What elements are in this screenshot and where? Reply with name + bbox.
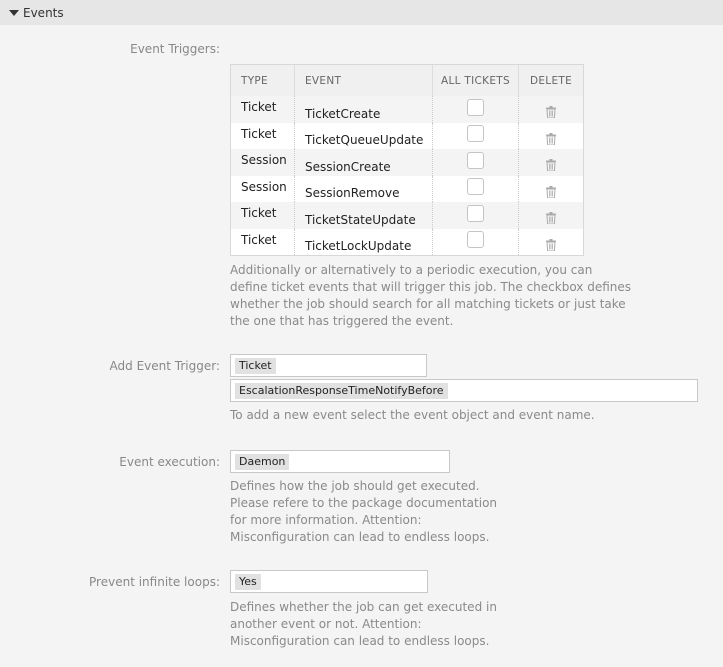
all-tickets-checkbox[interactable] [467, 151, 484, 169]
event-execution-value: Daemon [235, 454, 290, 470]
row-all-tickets-cell [433, 228, 519, 255]
table-row: Ticket TicketCreate [231, 96, 583, 123]
column-header-event: EVENT [295, 65, 433, 96]
table-header: TYPE EVENT ALL TICKETS DELETE [231, 65, 583, 96]
all-tickets-checkbox[interactable] [467, 204, 484, 222]
event-name-value: EscalationResponseTimeNotifyBefore [235, 383, 448, 399]
all-tickets-checkbox[interactable] [467, 98, 484, 116]
table-row: Session SessionCreate [231, 149, 583, 176]
help-line: Defines whether the job can get executed… [230, 600, 497, 614]
row-event: TicketLockUpdate [295, 228, 433, 255]
table-row: Session SessionRemove [231, 175, 583, 203]
event-execution-label: Event execution: [119, 455, 220, 469]
help-line: define ticket events that will trigger t… [230, 280, 632, 294]
table-row: Ticket TicketStateUpdate [231, 202, 583, 229]
row-type: Ticket [231, 96, 295, 123]
trash-icon[interactable] [546, 238, 556, 251]
all-tickets-checkbox[interactable] [467, 231, 484, 249]
prevent-loops-select[interactable]: Yes [230, 570, 428, 593]
all-tickets-checkbox[interactable] [467, 125, 484, 143]
row-delete-cell [519, 123, 583, 150]
help-line: Additionally or alternatively to a perio… [230, 263, 593, 277]
event-name-select[interactable]: EscalationResponseTimeNotifyBefore [230, 379, 698, 402]
row-delete-cell [519, 229, 583, 256]
add-event-trigger-help: To add a new event select the event obje… [230, 408, 595, 422]
help-line: another event or not. Attention: [230, 617, 422, 631]
events-section-header[interactable]: Events [0, 0, 723, 25]
all-tickets-checkbox[interactable] [467, 178, 484, 196]
trash-icon[interactable] [546, 132, 556, 145]
event-object-value: Ticket [235, 358, 276, 374]
row-type: Ticket [231, 122, 295, 149]
event-execution-select[interactable]: Daemon [230, 450, 450, 473]
row-type: Ticket [231, 202, 295, 229]
trash-icon[interactable] [546, 185, 556, 198]
row-all-tickets-cell [433, 202, 519, 229]
row-delete-cell [519, 149, 583, 176]
event-execution-help: Defines how the job should get executed.… [230, 478, 497, 546]
event-triggers-help: Additionally or alternatively to a perio… [230, 262, 631, 330]
trash-icon[interactable] [546, 212, 556, 225]
row-delete-cell [519, 176, 583, 203]
event-triggers-label: Event Triggers: [130, 42, 220, 56]
row-type: Session [231, 149, 295, 176]
row-type: Ticket [231, 228, 295, 255]
add-event-trigger-label: Add Event Trigger: [109, 359, 220, 373]
column-header-type: TYPE [231, 65, 295, 96]
row-type: Session [231, 175, 295, 202]
row-event: SessionCreate [295, 149, 433, 176]
row-event: TicketCreate [295, 96, 433, 123]
row-event: TicketQueueUpdate [295, 122, 433, 149]
row-event: SessionRemove [295, 175, 433, 202]
column-header-all-tickets: ALL TICKETS [433, 65, 519, 96]
help-line: Defines how the job should get executed. [230, 479, 480, 493]
event-object-select[interactable]: Ticket [230, 354, 427, 377]
caret-down-icon [9, 10, 19, 16]
event-triggers-table: TYPE EVENT ALL TICKETS DELETE Ticket Tick… [230, 64, 584, 256]
section-title: Events [23, 5, 64, 20]
prevent-loops-help: Defines whether the job can get executed… [230, 599, 497, 650]
row-delete-cell [519, 202, 583, 229]
prevent-loops-label: Prevent infinite loops: [89, 575, 220, 589]
help-line: Misconfiguration can lead to endless loo… [230, 634, 490, 648]
help-line: Please refere to the package documentati… [230, 496, 498, 510]
row-event: TicketStateUpdate [295, 202, 433, 229]
help-line: the one that has triggered the event. [230, 314, 454, 328]
table-row: Ticket TicketLockUpdate [231, 228, 583, 256]
row-all-tickets-cell [433, 122, 519, 149]
row-all-tickets-cell [433, 149, 519, 176]
help-line: whether the job should search for all ma… [230, 297, 626, 311]
row-all-tickets-cell [433, 175, 519, 202]
help-line: for more information. Attention: [230, 513, 422, 527]
table-row: Ticket TicketQueueUpdate [231, 122, 583, 150]
prevent-loops-value: Yes [235, 574, 261, 590]
row-delete-cell [519, 96, 583, 123]
trash-icon[interactable] [546, 106, 556, 119]
row-all-tickets-cell [433, 96, 519, 123]
column-header-delete: DELETE [529, 74, 573, 87]
help-line: Misconfiguration can lead to endless loo… [230, 530, 490, 544]
trash-icon[interactable] [546, 159, 556, 172]
